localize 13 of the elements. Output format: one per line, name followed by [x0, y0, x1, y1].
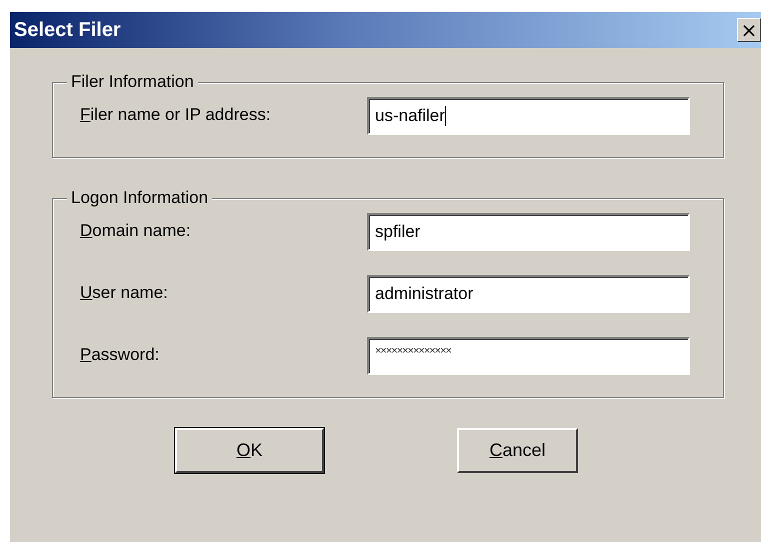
field-label: User name:: [80, 282, 169, 303]
close-button[interactable]: ×: [737, 18, 761, 42]
input-field[interactable]: us-nafiler: [367, 97, 690, 135]
field-label: Filer name or IP address:: [80, 104, 272, 125]
window-title: Select Filer: [14, 18, 121, 42]
field-label: Domain name:: [80, 220, 192, 241]
group-title: Logon Information: [67, 188, 212, 208]
ok-button[interactable]: OK: [175, 428, 324, 473]
field-label: Password:: [80, 344, 160, 365]
password-field[interactable]: ××××××××××××××: [367, 337, 690, 375]
input-field[interactable]: administrator: [367, 275, 690, 313]
input-field[interactable]: spfiler: [367, 213, 690, 251]
cancel-button[interactable]: Cancel: [457, 428, 578, 473]
